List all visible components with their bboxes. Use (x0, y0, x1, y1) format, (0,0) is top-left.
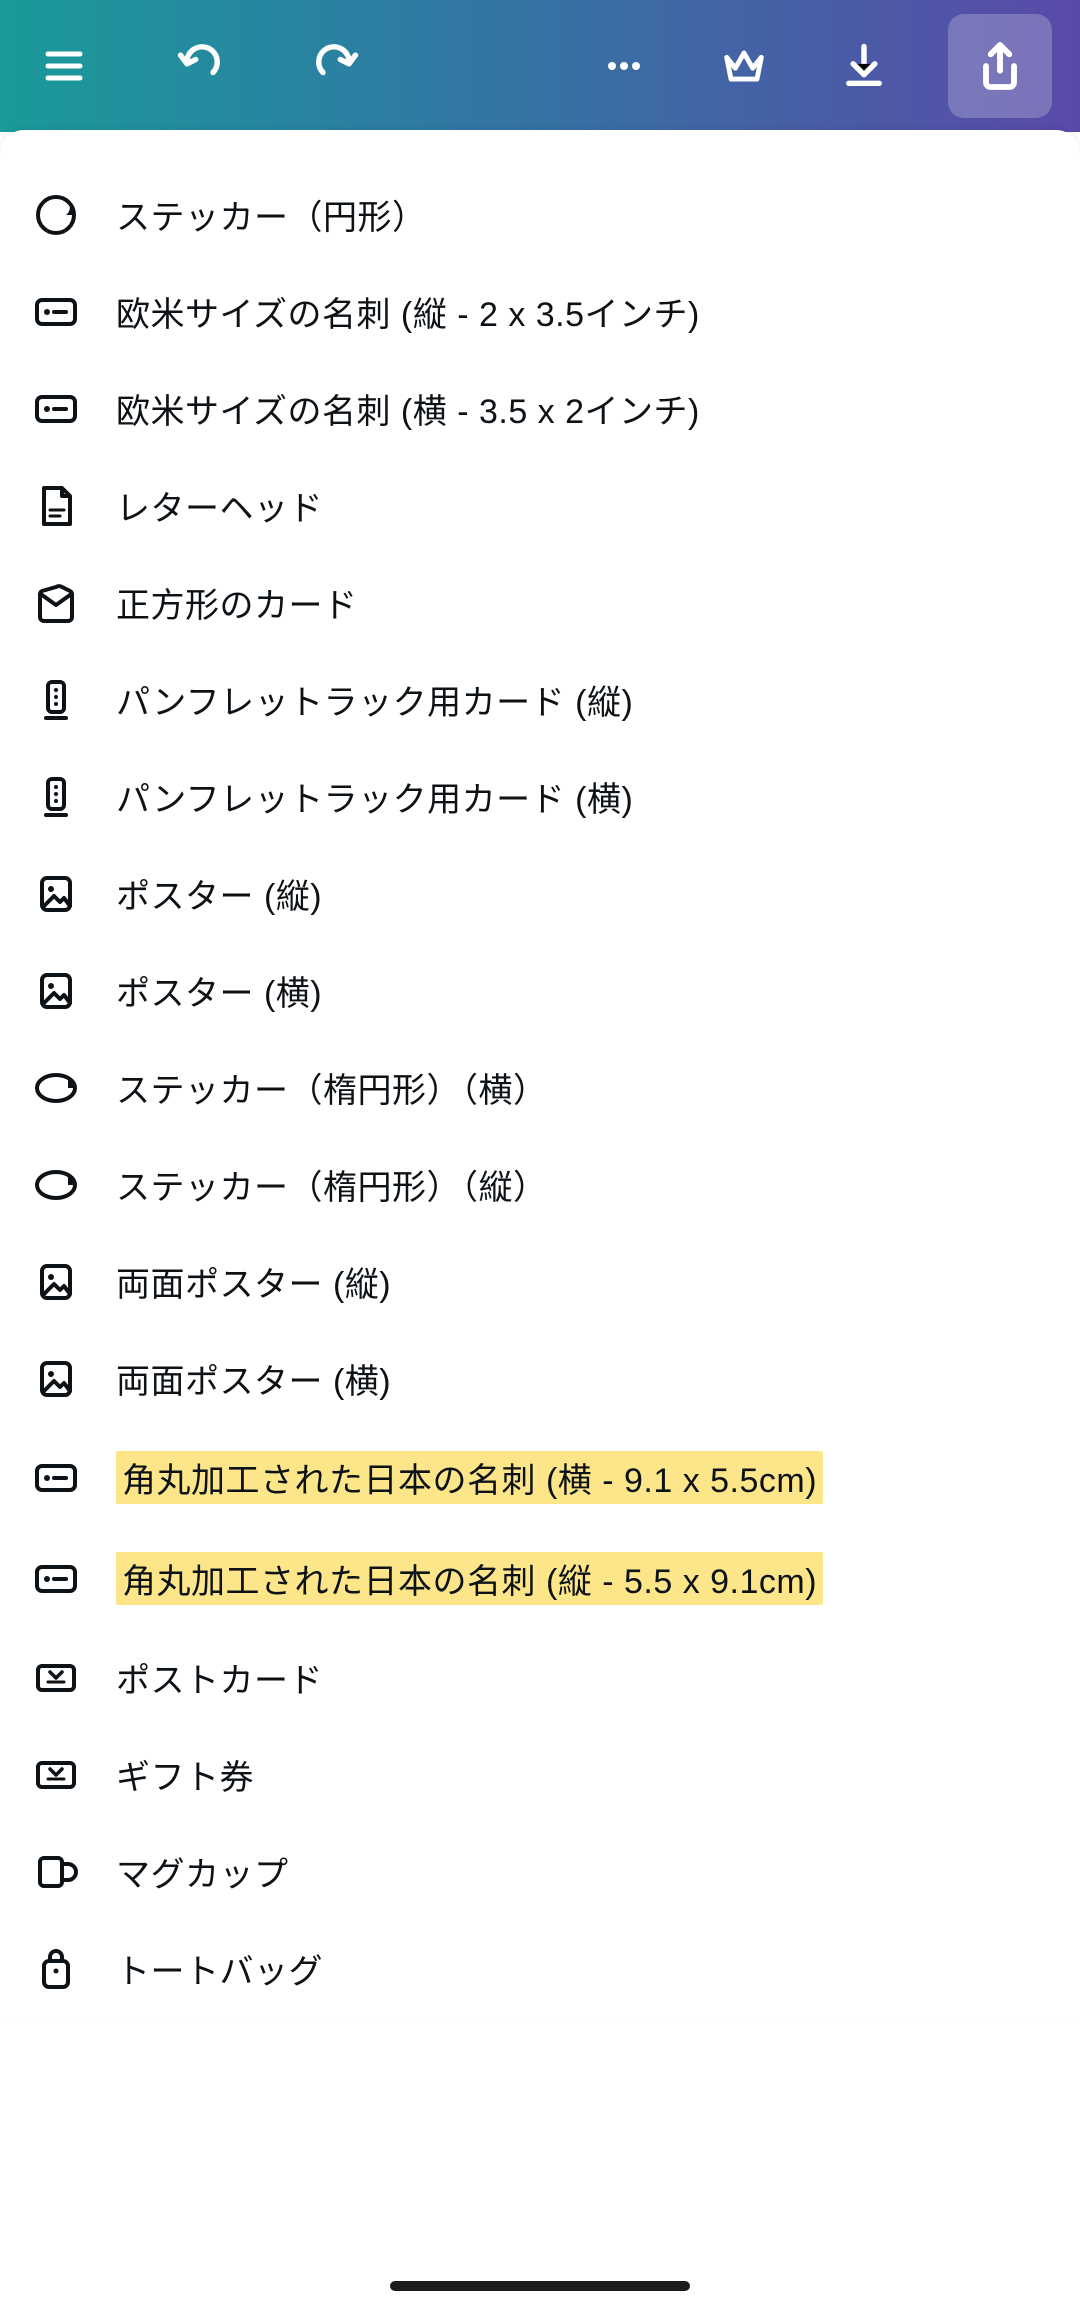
card-icon (34, 1557, 78, 1601)
template-size-option[interactable]: 正方形のカード (0, 554, 1080, 651)
postcard-icon (34, 1753, 78, 1797)
template-size-option[interactable]: ポストカード (0, 1629, 1080, 1726)
template-size-label: ポスター (横) (116, 966, 322, 1015)
template-size-option[interactable]: ステッカー（楕円形）（横） (0, 1039, 1080, 1136)
template-size-label: ポスター (縦) (116, 869, 322, 918)
template-size-list[interactable]: ステッカー（円形） 欧米サイズの名刺 (縦 - 2 x 3.5インチ) 欧米サイズの… (0, 130, 1080, 2017)
template-size-label: 両面ポスター (縦) (116, 1257, 391, 1306)
template-size-option[interactable]: ステッカー（楕円形）（縦） (0, 1136, 1080, 1233)
sticker-oval-icon (34, 1163, 78, 1207)
template-size-label: ステッカー（楕円形）（横） (116, 1063, 548, 1112)
template-size-option[interactable]: 両面ポスター (縦) (0, 1233, 1080, 1330)
sticker-oval-icon (34, 1066, 78, 1110)
template-size-label: ステッカー（円形） (116, 190, 427, 239)
template-size-option[interactable]: 両面ポスター (横) (0, 1330, 1080, 1427)
app-toolbar (0, 0, 1080, 132)
more-button[interactable] (588, 30, 660, 102)
template-size-option[interactable]: ポスター (縦) (0, 845, 1080, 942)
share-button[interactable] (948, 14, 1052, 118)
template-size-label: 両面ポスター (横) (116, 1354, 391, 1403)
redo-button[interactable] (300, 30, 372, 102)
template-size-option[interactable]: マグカップ (0, 1823, 1080, 1920)
template-size-label: 正方形のカード (116, 578, 358, 627)
template-size-option[interactable]: ギフト券 (0, 1726, 1080, 1823)
template-size-option[interactable]: パンフレットラック用カード (縦) (0, 651, 1080, 748)
template-size-label: ステッカー（楕円形）（縦） (116, 1160, 548, 1209)
template-size-option[interactable]: トートバッグ (0, 1920, 1080, 2017)
template-size-option[interactable]: ポスター (横) (0, 942, 1080, 1039)
template-size-option[interactable]: パンフレットラック用カード (横) (0, 748, 1080, 845)
template-size-option[interactable]: レターヘッド (0, 457, 1080, 554)
card-icon (34, 1456, 78, 1500)
poster-icon (34, 872, 78, 916)
template-size-label: 欧米サイズの名刺 (縦 - 2 x 3.5インチ) (116, 287, 700, 336)
letterhead-icon (34, 484, 78, 528)
card-icon (34, 387, 78, 431)
template-size-label: 角丸加工された日本の名刺 (縦 - 5.5 x 9.1cm) (116, 1552, 823, 1605)
poster-icon (34, 1260, 78, 1304)
poster-icon (34, 969, 78, 1013)
download-button[interactable] (828, 30, 900, 102)
template-size-option[interactable]: 角丸加工された日本の名刺 (横 - 9.1 x 5.5cm) (0, 1427, 1080, 1528)
mug-icon (34, 1850, 78, 1894)
template-size-label: 欧米サイズの名刺 (横 - 3.5 x 2インチ) (116, 384, 700, 433)
sticker-circle-icon (34, 193, 78, 237)
menu-button[interactable] (28, 30, 100, 102)
bag-icon (34, 1947, 78, 1991)
template-size-option[interactable]: ステッカー（円形） (0, 166, 1080, 263)
template-size-label: ポストカード (116, 1653, 323, 1702)
template-size-option[interactable]: 欧米サイズの名刺 (横 - 3.5 x 2インチ) (0, 360, 1080, 457)
card-icon (34, 290, 78, 334)
template-size-label: 角丸加工された日本の名刺 (横 - 9.1 x 5.5cm) (116, 1451, 823, 1504)
postcard-icon (34, 1656, 78, 1700)
template-size-option[interactable]: 欧米サイズの名刺 (縦 - 2 x 3.5インチ) (0, 263, 1080, 360)
template-size-label: トートバッグ (116, 1944, 323, 1993)
rackcard-icon (34, 775, 78, 819)
template-size-label: マグカップ (116, 1847, 289, 1896)
template-size-label: ギフト券 (116, 1750, 254, 1799)
template-size-label: パンフレットラック用カード (縦) (116, 675, 633, 724)
rackcard-icon (34, 678, 78, 722)
envelope-icon (34, 581, 78, 625)
home-indicator (390, 2281, 690, 2291)
template-size-option[interactable]: 角丸加工された日本の名刺 (縦 - 5.5 x 9.1cm) (0, 1528, 1080, 1629)
template-size-label: パンフレットラック用カード (横) (116, 772, 633, 821)
undo-button[interactable] (164, 30, 236, 102)
poster-icon (34, 1357, 78, 1401)
template-size-label: レターヘッド (116, 481, 323, 530)
premium-button[interactable] (708, 30, 780, 102)
